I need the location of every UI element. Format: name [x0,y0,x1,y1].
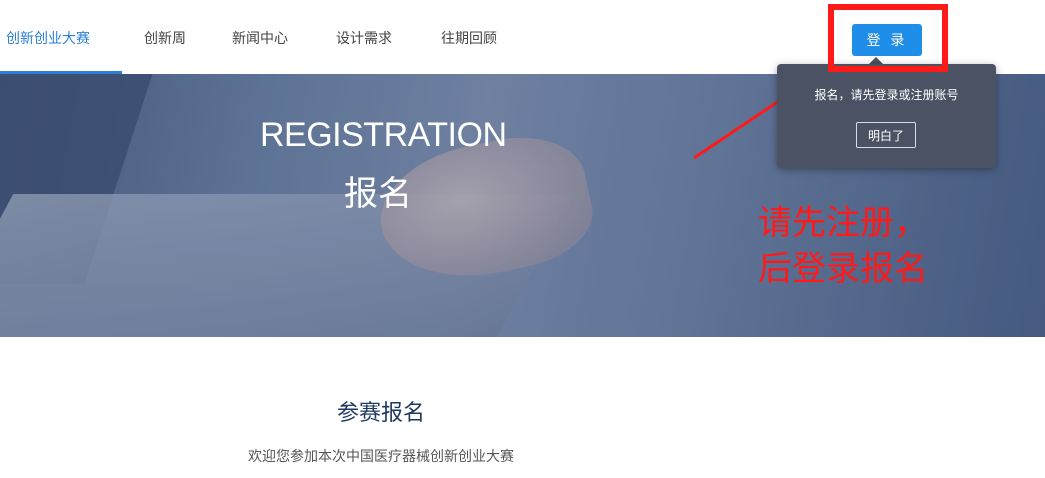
login-button[interactable]: 登 录 [852,24,922,56]
section-description: 欢迎您参加本次中国医疗器械创新创业大赛 [248,449,514,465]
nav-item-innovation-week[interactable]: 创新周 [144,30,186,48]
hero-title-en: REGISTRATION [260,116,507,154]
nav-item-design-needs[interactable]: 设计需求 [336,30,392,48]
top-nav: 创新创业大赛 创新周 新闻中心 设计需求 往期回顾 登 录 [0,0,1045,74]
annotation-text: 请先注册， 后登录报名 [758,200,928,292]
annotation-line-2: 后登录报名 [758,249,928,289]
nav-item-competition[interactable]: 创新创业大赛 [6,30,90,48]
tooltip-message: 报名，请先登录或注册账号 [814,88,959,102]
nav-item-news-center[interactable]: 新闻中心 [232,30,288,48]
tooltip-ok-button[interactable]: 明白了 [856,122,916,148]
login-tooltip: 报名，请先登录或注册账号 [777,64,996,168]
hero-title-cn: 报名 [344,174,412,214]
section-title: 参赛报名 [336,401,425,426]
nav-item-past-review[interactable]: 往期回顾 [441,30,497,48]
annotation-line-1: 请先注册， [758,203,928,243]
